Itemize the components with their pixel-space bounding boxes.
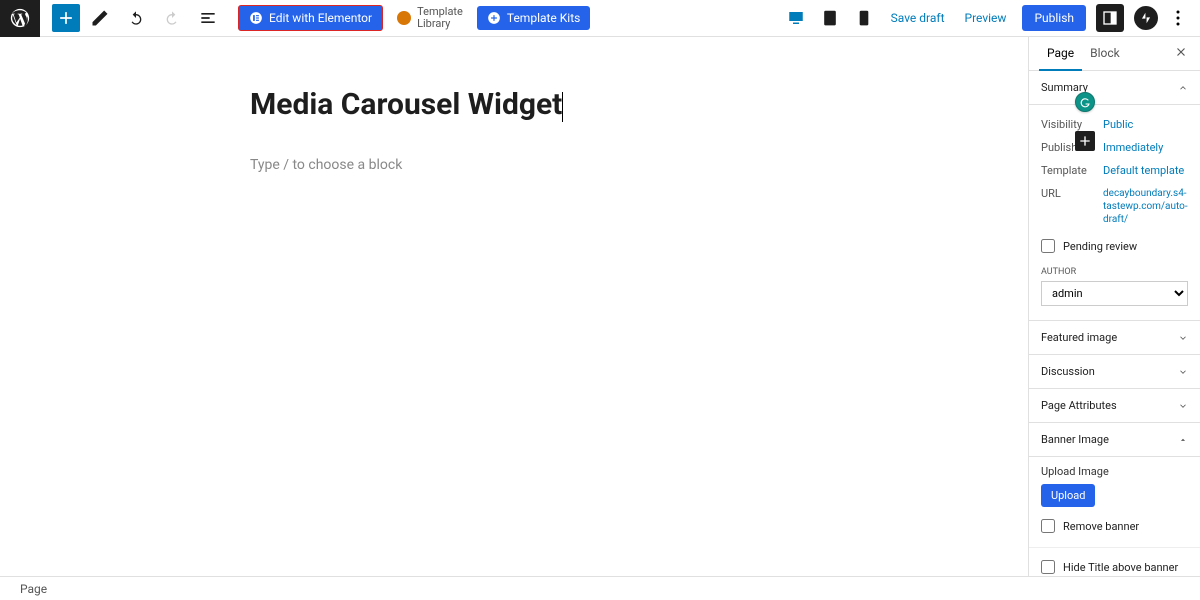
default-block-appender[interactable]: Type / to choose a block (250, 157, 830, 173)
hide-title-above-label: Hide Title above banner (1063, 561, 1178, 574)
grammarly-icon[interactable] (1075, 92, 1095, 112)
chevron-down-icon (1178, 367, 1188, 377)
author-select[interactable]: admin (1041, 281, 1188, 306)
publish-button[interactable]: Publish (1022, 5, 1086, 31)
chevron-down-icon (1178, 333, 1188, 343)
template-value[interactable]: Default template (1103, 164, 1188, 177)
top-toolbar: Edit with Elementor Template Library Tem… (0, 0, 1200, 37)
pending-review-checkbox[interactable] (1041, 239, 1055, 253)
template-library-icon (397, 11, 411, 25)
post-title-input[interactable]: Media Carousel Widget (250, 87, 830, 123)
add-block-button[interactable] (1075, 131, 1095, 151)
upload-button[interactable]: Upload (1041, 484, 1095, 507)
upload-image-label: Upload Image (1041, 465, 1188, 478)
hide-title-above-checkbox[interactable] (1041, 560, 1055, 574)
toggle-block-inserter-button[interactable] (52, 4, 80, 32)
panel-discussion-toggle[interactable]: Discussion (1029, 354, 1200, 388)
remove-banner-label: Remove banner (1063, 520, 1139, 533)
visibility-value[interactable]: Public (1103, 118, 1188, 131)
tab-block[interactable]: Block (1082, 37, 1128, 71)
chevron-down-icon (1178, 401, 1188, 411)
template-library-button[interactable]: Template Library (397, 6, 463, 30)
editor-footer: Page (0, 576, 1200, 600)
template-library-label: Template Library (417, 6, 463, 30)
panel-page-attributes-toggle[interactable]: Page Attributes (1029, 388, 1200, 422)
publish-date-value[interactable]: Immediately (1103, 141, 1188, 154)
document-overview-button[interactable] (192, 2, 224, 34)
panel-attributes-label: Page Attributes (1041, 399, 1117, 412)
panel-banner-body: Upload Image Upload Remove banner Hide T… (1029, 457, 1200, 576)
panel-banner-label: Banner Image (1041, 433, 1109, 446)
edit-with-elementor-button[interactable]: Edit with Elementor (238, 5, 383, 31)
undo-button[interactable] (120, 2, 152, 34)
breadcrumb-page[interactable]: Page (20, 582, 47, 596)
options-button[interactable] (1166, 3, 1190, 33)
panel-summary-toggle[interactable]: Summary (1029, 71, 1200, 105)
template-label: Template (1041, 164, 1103, 177)
settings-sidebar: Page Block Summary Visibility Public Pub… (1028, 37, 1200, 576)
post-title-text: Media Carousel Widget (250, 87, 562, 122)
edit-with-elementor-label: Edit with Elementor (269, 11, 372, 25)
editor-canvas[interactable]: Media Carousel Widget Type / to choose a… (0, 37, 1028, 576)
panel-featured-label: Featured image (1041, 331, 1117, 344)
device-tablet-button[interactable] (815, 3, 845, 33)
redo-button[interactable] (156, 2, 188, 34)
panel-featured-image-toggle[interactable]: Featured image (1029, 320, 1200, 354)
tools-button[interactable] (84, 2, 116, 34)
close-sidebar-button[interactable] (1174, 45, 1190, 62)
visibility-label: Visibility (1041, 118, 1103, 131)
panel-discussion-label: Discussion (1041, 365, 1095, 378)
remove-banner-checkbox[interactable] (1041, 519, 1055, 533)
url-value[interactable]: decayboundary.s4-tastewp.com/auto-draft/ (1103, 187, 1188, 226)
template-kits-label: Template Kits (507, 11, 580, 25)
device-mobile-button[interactable] (849, 3, 879, 33)
panel-banner-image-toggle[interactable]: Banner Image (1029, 422, 1200, 457)
pending-review-label: Pending review (1063, 240, 1137, 253)
save-draft-button[interactable]: Save draft (883, 11, 953, 25)
chevron-up-icon (1178, 83, 1188, 93)
wordpress-logo[interactable] (0, 0, 40, 37)
template-kits-button[interactable]: Template Kits (477, 6, 590, 30)
author-heading: AUTHOR (1041, 261, 1188, 281)
jetpack-icon[interactable] (1134, 6, 1158, 30)
caret-up-icon (1178, 435, 1188, 445)
tab-page[interactable]: Page (1039, 37, 1082, 71)
panel-summary-body: Visibility Public Publish Immediately Te… (1029, 105, 1200, 320)
url-label: URL (1041, 187, 1103, 226)
settings-sidebar-toggle-button[interactable] (1096, 4, 1124, 32)
device-desktop-button[interactable] (781, 3, 811, 33)
preview-button[interactable]: Preview (957, 11, 1015, 25)
